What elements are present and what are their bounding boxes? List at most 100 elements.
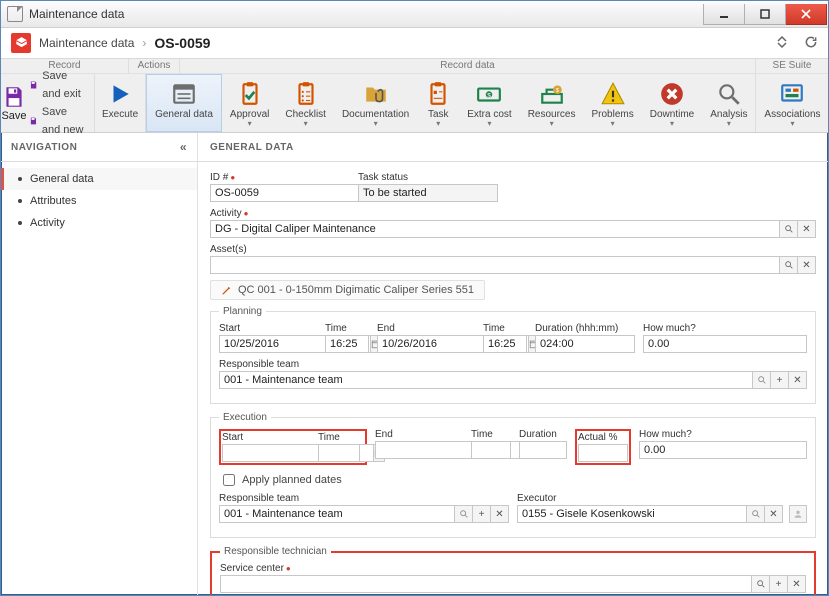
clear-icon[interactable]: ✕ <box>765 505 783 523</box>
checklist-tab[interactable]: Checklist ▾ <box>277 74 334 132</box>
general-data-tab[interactable]: General data <box>146 74 222 132</box>
pencil-icon <box>221 285 232 296</box>
svg-text:$: $ <box>556 88 559 94</box>
plan-howmuch-label: How much? <box>643 323 807 334</box>
search-icon[interactable] <box>753 371 771 389</box>
group-actions: Actions <box>129 59 180 73</box>
exec-end-time-input[interactable] <box>471 441 511 459</box>
refresh-icon[interactable] <box>804 35 818 52</box>
save-exit-icon <box>29 78 38 92</box>
id-label: ID # <box>210 172 350 183</box>
plan-end-time-input[interactable] <box>483 335 527 353</box>
assets-search-button[interactable] <box>780 256 798 274</box>
extra-cost-tab[interactable]: $ Extra cost ▾ <box>459 74 519 132</box>
plan-start-time-input[interactable] <box>325 335 369 353</box>
chevron-right-icon: › <box>142 36 146 50</box>
execute-button[interactable]: Execute <box>95 74 145 132</box>
search-icon[interactable] <box>747 505 765 523</box>
os-title-bar: Maintenance data <box>1 1 828 28</box>
exec-start-label: Start <box>222 432 314 443</box>
exec-end-time-label: Time <box>471 429 511 440</box>
exec-respteam-input[interactable] <box>219 505 455 523</box>
plan-end-label: End <box>377 323 475 334</box>
task-tab[interactable]: Task ▾ <box>417 74 459 132</box>
approval-tab[interactable]: Approval ▾ <box>222 74 277 132</box>
documentation-tab[interactable]: Documentation ▾ <box>334 74 417 132</box>
app-window: Maintenance data Maintenance data › OS-0… <box>0 0 829 596</box>
warning-icon <box>600 80 626 108</box>
plan-start-time-label: Time <box>325 323 369 334</box>
assets-input[interactable] <box>210 256 780 274</box>
magnifier-icon <box>716 80 742 108</box>
plan-start-label: Start <box>219 323 317 334</box>
plan-howmuch-input[interactable] <box>643 335 807 353</box>
analysis-tab[interactable]: Analysis ▾ <box>702 74 755 132</box>
document-icon <box>7 6 23 22</box>
nav-item-attributes[interactable]: Attributes <box>1 190 197 212</box>
executor-input[interactable] <box>517 505 747 523</box>
exec-start-time-input[interactable] <box>318 444 360 462</box>
stop-icon <box>659 80 685 108</box>
planning-legend: Planning <box>219 306 266 317</box>
exec-start-time-label: Time <box>318 432 360 443</box>
bullet-icon <box>18 177 22 181</box>
close-button[interactable] <box>786 4 827 25</box>
activity-input[interactable] <box>210 220 780 238</box>
save-button[interactable]: Save <box>1 74 27 132</box>
clear-icon[interactable]: ✕ <box>788 575 806 593</box>
nav-item-general-data[interactable]: General data <box>1 168 197 190</box>
id-input[interactable] <box>210 184 362 202</box>
activity-search-button[interactable] <box>780 220 798 238</box>
ribbon-toolbar: Save Save and exit Save and new Execute <box>1 74 828 133</box>
clear-icon[interactable]: ✕ <box>491 505 509 523</box>
plan-respteam-input[interactable] <box>219 371 753 389</box>
task-status-label: Task status <box>358 172 498 183</box>
exec-duration-input[interactable] <box>519 441 567 459</box>
service-center-label: Service center <box>220 563 806 574</box>
breadcrumb-root[interactable]: Maintenance data <box>39 36 134 50</box>
resources-icon: $ <box>539 80 565 108</box>
tech-legend: Responsible technician <box>220 546 331 557</box>
nav-collapse-icon[interactable]: « <box>180 140 187 154</box>
asset-chip[interactable]: QC 001 - 0-150mm Digimatic Caliper Serie… <box>210 280 485 300</box>
exec-howmuch-label: How much? <box>639 429 807 440</box>
planning-group: Planning Start ✕ Time End ✕ Time Duratio… <box>210 306 816 404</box>
bullet-icon <box>18 221 22 225</box>
plan-respteam-label: Responsible team <box>219 359 807 370</box>
search-icon[interactable] <box>752 575 770 593</box>
search-icon[interactable] <box>455 505 473 523</box>
exec-duration-label: Duration <box>519 429 567 440</box>
assets-clear-button[interactable]: ✕ <box>798 256 816 274</box>
exec-actualpct-input[interactable] <box>578 444 628 462</box>
executor-extra-button[interactable] <box>789 505 807 523</box>
group-se-suite: SE Suite <box>756 59 828 73</box>
bullet-icon <box>18 199 22 203</box>
save-and-exit-button[interactable]: Save and exit <box>29 67 86 103</box>
navigation-panel: NAVIGATION « General data Attributes Act… <box>1 133 198 595</box>
problems-tab[interactable]: Problems ▾ <box>584 74 642 132</box>
apply-planned-checkbox[interactable]: Apply planned dates <box>219 471 807 489</box>
apply-planned-box[interactable] <box>223 474 235 486</box>
executor-label: Executor <box>517 493 807 504</box>
associations-icon <box>779 80 805 108</box>
service-center-input[interactable] <box>220 575 752 593</box>
resources-tab[interactable]: $ Resources ▾ <box>520 74 584 132</box>
plan-duration-input[interactable] <box>535 335 635 353</box>
add-icon[interactable]: + <box>771 371 789 389</box>
execution-legend: Execution <box>219 412 271 423</box>
minimize-button[interactable] <box>703 4 745 25</box>
add-icon[interactable]: + <box>473 505 491 523</box>
maximize-button[interactable] <box>745 4 786 25</box>
clear-icon[interactable]: ✕ <box>789 371 807 389</box>
associations-tab[interactable]: Associations ▾ <box>756 74 828 132</box>
exec-howmuch-input[interactable] <box>639 441 807 459</box>
exec-end-label: End <box>375 429 463 440</box>
add-icon[interactable]: + <box>770 575 788 593</box>
folder-clip-icon <box>363 80 389 108</box>
activity-clear-button[interactable]: ✕ <box>798 220 816 238</box>
nav-item-activity[interactable]: Activity <box>1 212 197 234</box>
downtime-tab[interactable]: Downtime ▾ <box>642 74 702 132</box>
exec-respteam-label: Responsible team <box>219 493 509 504</box>
breadcrumb: Maintenance data › OS-0059 <box>1 28 828 59</box>
collapse-updown-icon[interactable] <box>774 35 790 52</box>
